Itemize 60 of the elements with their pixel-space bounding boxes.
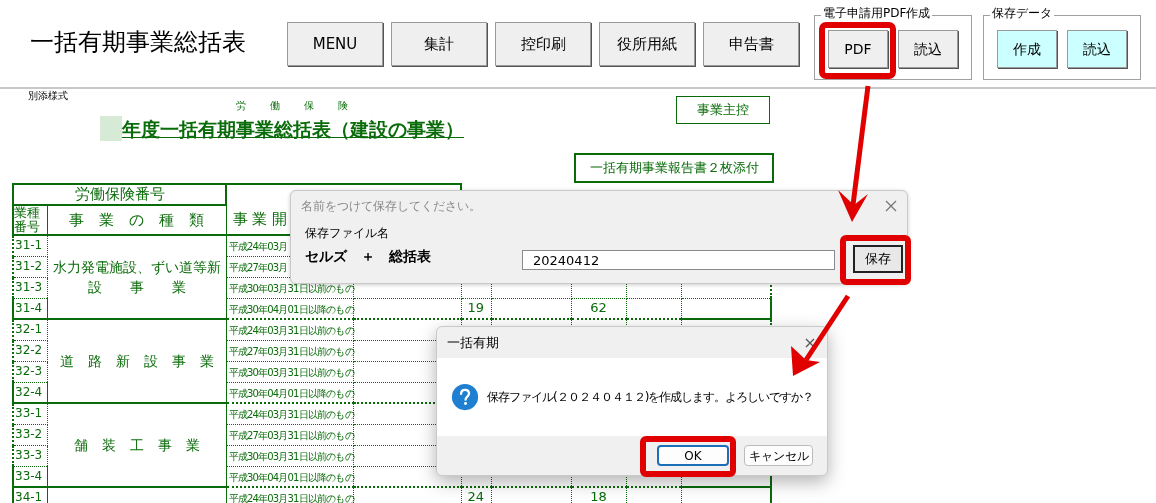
close-icon[interactable] — [805, 337, 815, 348]
column-header: 事 業 開 — [232, 210, 288, 228]
insurance-number-label: 労働保険番号 — [74, 185, 165, 203]
industry-code: 33-1 — [15, 406, 43, 420]
column-header: 業種 番号 — [14, 206, 41, 234]
industry-code: 33-3 — [15, 447, 43, 462]
industry-code: 32-2 — [15, 342, 43, 357]
table-cell: 62 — [590, 299, 607, 315]
copy-label: 事業主控 — [676, 96, 770, 124]
dialog-button[interactable]: OK — [657, 445, 729, 466]
group-button[interactable]: 作成 — [997, 30, 1057, 68]
toolbar-button[interactable]: 役所用紙 — [599, 22, 695, 66]
industry-code: 32-4 — [15, 384, 43, 399]
year-input-cell[interactable] — [100, 116, 122, 141]
toolbar-button[interactable]: 申告書 — [703, 22, 799, 66]
group-label: 電子申請用PDF作成 — [821, 7, 933, 19]
ruby-character: 働 — [270, 101, 280, 111]
ruby-character: 険 — [338, 101, 348, 111]
toolbar-button[interactable]: 控印刷 — [495, 22, 591, 66]
app-title: 一括有期事業総括表 — [30, 30, 247, 54]
column-header: 事 業 の 種 類 — [69, 210, 204, 229]
industry-code: 33-2 — [15, 426, 43, 441]
close-icon[interactable] — [885, 200, 897, 212]
industry-code: 32-3 — [15, 363, 43, 378]
ruby-character: 労 — [236, 101, 246, 111]
industry-code: 34-1 — [15, 490, 43, 503]
toolbar-button[interactable]: 集計 — [391, 22, 487, 66]
field-label: 保存ファイル名 — [305, 227, 390, 239]
question-icon — [451, 383, 479, 411]
dialog-button[interactable]: キャンセル — [744, 445, 813, 466]
table-cell: 18 — [590, 489, 607, 503]
toolbar-button[interactable]: MENU — [287, 22, 383, 66]
industry-code: 31-2 — [15, 258, 43, 273]
confirm-message: 保存ファイル(２０２４０４１２)を作成します。よろしいですか？ — [487, 389, 814, 406]
file-name-field[interactable]: 20240412 — [522, 250, 835, 270]
industry-code: 31-3 — [15, 279, 43, 294]
table-cell: 19 — [467, 299, 485, 315]
group-button[interactable]: PDF — [828, 30, 888, 68]
highlight-frame — [840, 235, 911, 285]
table-cell: 24 — [467, 489, 485, 503]
business-type: 水力発電施設、ずい道等新 設 事 業 — [51, 258, 222, 297]
dialog-title: 一括有期 — [447, 333, 499, 352]
dialog-title: 名前をつけて保存してください。 — [301, 198, 481, 215]
industry-code: 31-4 — [15, 300, 43, 315]
form-title: 年度一括有期事業総括表（建設の事業） — [122, 117, 464, 141]
group-label: 保存データ — [990, 7, 1054, 19]
business-type: 道 路 新 設 事 業 — [58, 352, 215, 371]
group-button[interactable]: 読込 — [898, 30, 958, 68]
industry-code: 32-1 — [15, 322, 43, 336]
business-type: 舗 装 工 事 業 — [72, 436, 201, 455]
save-button[interactable]: 保存 — [853, 245, 903, 273]
period-label: 平成24年03月 — [228, 241, 288, 252]
industry-code: 33-4 — [15, 468, 43, 483]
form-note: 別添様式 — [28, 91, 69, 101]
industry-code: 31-1 — [15, 238, 43, 252]
group-button[interactable]: 読込 — [1067, 30, 1127, 68]
attachment-note: 一括有期事業報告書２枚添付 — [574, 152, 774, 183]
period-label: 平成27年03月 — [228, 261, 288, 273]
file-name-parts: セルズ ＋ 総括表 — [305, 249, 432, 263]
ruby-character: 保 — [304, 101, 314, 111]
